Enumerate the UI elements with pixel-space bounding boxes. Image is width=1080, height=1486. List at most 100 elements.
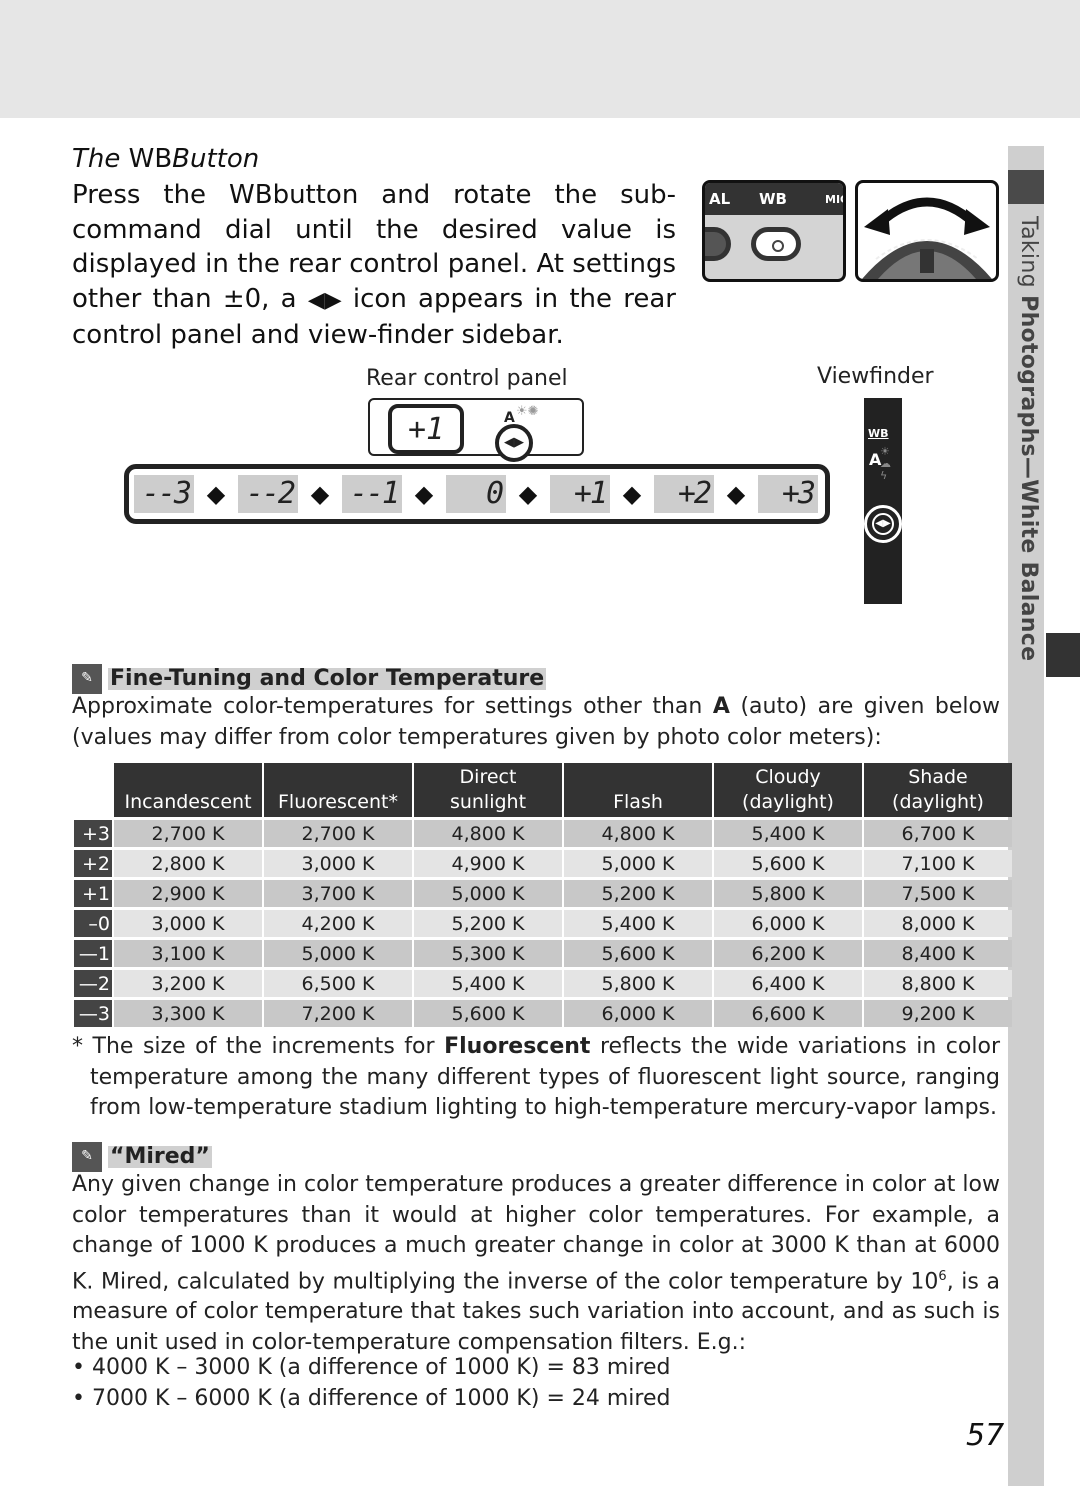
scale-value: +3	[758, 475, 818, 513]
temperature-cell: 2,700 K	[264, 820, 412, 847]
temperature-cell: 5,300 K	[414, 940, 562, 967]
header-fluorescent: Fluorescent*	[264, 763, 412, 817]
intro-wb: WB	[229, 180, 273, 210]
scale-value: --3	[134, 475, 194, 513]
temperature-cell: 3,000 K	[264, 850, 412, 877]
diamond-separator-icon: ◆	[622, 480, 642, 508]
tip-magnifier-icon: ✎	[72, 664, 102, 694]
temperature-cell: 7,200 K	[264, 1000, 412, 1027]
tip-heading-fine-tuning: ✎ Fine-Tuning and Color Temperature	[72, 664, 547, 694]
diamond-separator-icon: ◆	[726, 480, 746, 508]
temperature-cell: 5,200 K	[564, 880, 712, 907]
header-text: (daylight)	[742, 791, 834, 813]
temperature-cell: 3,200 K	[114, 970, 262, 997]
temperature-cell: 6,700 K	[864, 820, 1012, 847]
header-text: sunlight	[449, 791, 527, 813]
diamond-separator-icon: ◆	[206, 480, 226, 508]
scale-value: +2	[654, 475, 714, 513]
temperature-cell: 4,800 K	[414, 820, 562, 847]
section-title: The WBButton	[72, 144, 259, 174]
chapter-marker	[1046, 633, 1080, 677]
fine-tune-level: —3	[74, 1000, 112, 1027]
header-text: Direct	[459, 766, 517, 788]
camera-chapter-icon	[1008, 170, 1044, 204]
wb-mode-icons: ☀✺	[516, 404, 539, 419]
header-blank	[74, 763, 112, 817]
chapter-label-bold: Photographs—White Balance	[1016, 295, 1041, 662]
temperature-cell: 5,600 K	[714, 850, 862, 877]
viewfinder-fine-tune-icon: ◀▶	[864, 505, 902, 543]
tip1-body: Approximate color-temperatures for setti…	[72, 692, 1000, 753]
table-row: +2 2,800 K 3,000 K 4,900 K 5,000 K 5,600 K 7,1…	[74, 850, 1012, 877]
temperature-cell: 5,600 K	[414, 1000, 562, 1027]
fine-tune-scale: --3 ◆ --2 ◆ --1 ◆ 0 ◆ +1 ◆ +2 ◆ +3	[124, 464, 830, 524]
intro-text-a: Press the	[72, 180, 230, 210]
tip-title: “Mired”	[108, 1144, 212, 1169]
table-row: +3 2,700 K 2,700 K 4,800 K 4,800 K 5,400 K 6,7…	[74, 820, 1012, 847]
label-mic: MIC	[825, 193, 846, 206]
viewfinder-wb-icons: ☀☁ϟ	[880, 445, 891, 482]
header-incandescent: Incandescent	[114, 763, 262, 817]
mired-body: Any given change in color temperature pr…	[72, 1170, 1000, 1358]
viewfinder-label: Viewfinder	[817, 364, 934, 389]
header-text: Cloudy	[755, 766, 821, 788]
title-prefix: The	[72, 144, 129, 174]
temperature-cell: 8,800 K	[864, 970, 1012, 997]
scale-value: 0	[446, 475, 506, 513]
header-text: Incandescent	[124, 791, 252, 813]
scale-value: +1	[550, 475, 610, 513]
temperature-cell: 6,000 K	[714, 910, 862, 937]
temperature-cell: 2,900 K	[114, 880, 262, 907]
temperature-cell: 6,000 K	[564, 1000, 712, 1027]
temperature-cell: 8,000 K	[864, 910, 1012, 937]
rear-panel-label: Rear control panel	[366, 366, 568, 391]
wb-button-illustration: AL WB MIC	[702, 180, 846, 282]
temperature-cell: 5,400 K	[564, 910, 712, 937]
footnote-text: * The size of the increments for Fluores…	[72, 1032, 1000, 1124]
tip1-bold: A	[712, 694, 730, 719]
temperature-cell: 6,500 K	[264, 970, 412, 997]
viewfinder-wb-label: WB	[868, 427, 889, 440]
temperature-cell: 9,200 K	[864, 1000, 1012, 1027]
header-flash: Flash	[564, 763, 712, 817]
temperature-cell: 4,200 K	[264, 910, 412, 937]
fine-tune-glyph: ◀▶	[872, 513, 894, 535]
scale-value: --2	[238, 475, 298, 513]
temperature-cell: 2,800 K	[114, 850, 262, 877]
fine-tune-indicator-icon: ◀▶	[495, 424, 533, 462]
temperature-cell: 5,200 K	[414, 910, 562, 937]
page-number: 57	[966, 1418, 1005, 1453]
temperature-cell: 3,100 K	[114, 940, 262, 967]
color-temperature-table: Incandescent Fluorescent* Direct sunlight…	[72, 760, 1014, 1030]
table-row: +1 2,900 K 3,700 K 5,000 K 5,200 K 5,800 K 7,5…	[74, 880, 1012, 907]
list-item: • 4000 K – 3000 K (a difference of 1000 …	[72, 1355, 671, 1380]
fine-tune-level: +2	[74, 850, 112, 877]
tip1-text-a: Approximate color-temperatures for setti…	[72, 694, 713, 719]
temperature-cell: 4,900 K	[414, 850, 562, 877]
table-row: —1 3,100 K 5,000 K 5,300 K 5,600 K 6,200 K 8,4…	[74, 940, 1012, 967]
fine-tune-level: +3	[74, 820, 112, 847]
table-row: —3 3,300 K 7,200 K 5,600 K 6,000 K 6,600 K 9,2…	[74, 1000, 1012, 1027]
wb-button	[751, 227, 801, 261]
temperature-cell: 5,400 K	[714, 820, 862, 847]
header-text: Shade	[908, 766, 968, 788]
temperature-cell: 4,800 K	[564, 820, 712, 847]
chapter-label: Taking Photographs—White Balance	[1011, 216, 1041, 661]
diamond-separator-icon: ◆	[518, 480, 538, 508]
label-wb: WB	[759, 190, 787, 208]
temperature-cell: 8,400 K	[864, 940, 1012, 967]
diamond-separator-icon: ◆	[414, 480, 434, 508]
intro-paragraph: Press the WBbutton and rotate the sub-co…	[72, 178, 676, 353]
table-header-row: Incandescent Fluorescent* Direct sunlight…	[74, 763, 1012, 817]
scale-value: --1	[342, 475, 402, 513]
temperature-cell: 5,000 K	[264, 940, 412, 967]
temperature-cell: 5,000 K	[564, 850, 712, 877]
temperature-cell: 5,400 K	[414, 970, 562, 997]
chapter-label-normal: Taking	[1016, 216, 1041, 296]
table-row: —2 3,200 K 6,500 K 5,400 K 5,800 K 6,400 K 8,8…	[74, 970, 1012, 997]
button-label-strip: AL WB MIC	[705, 183, 843, 215]
fine-tune-level: —1	[74, 940, 112, 967]
tip-magnifier-icon: ✎	[72, 1142, 102, 1172]
temperature-cell: 5,800 K	[714, 880, 862, 907]
header-text: Flash	[613, 791, 663, 813]
